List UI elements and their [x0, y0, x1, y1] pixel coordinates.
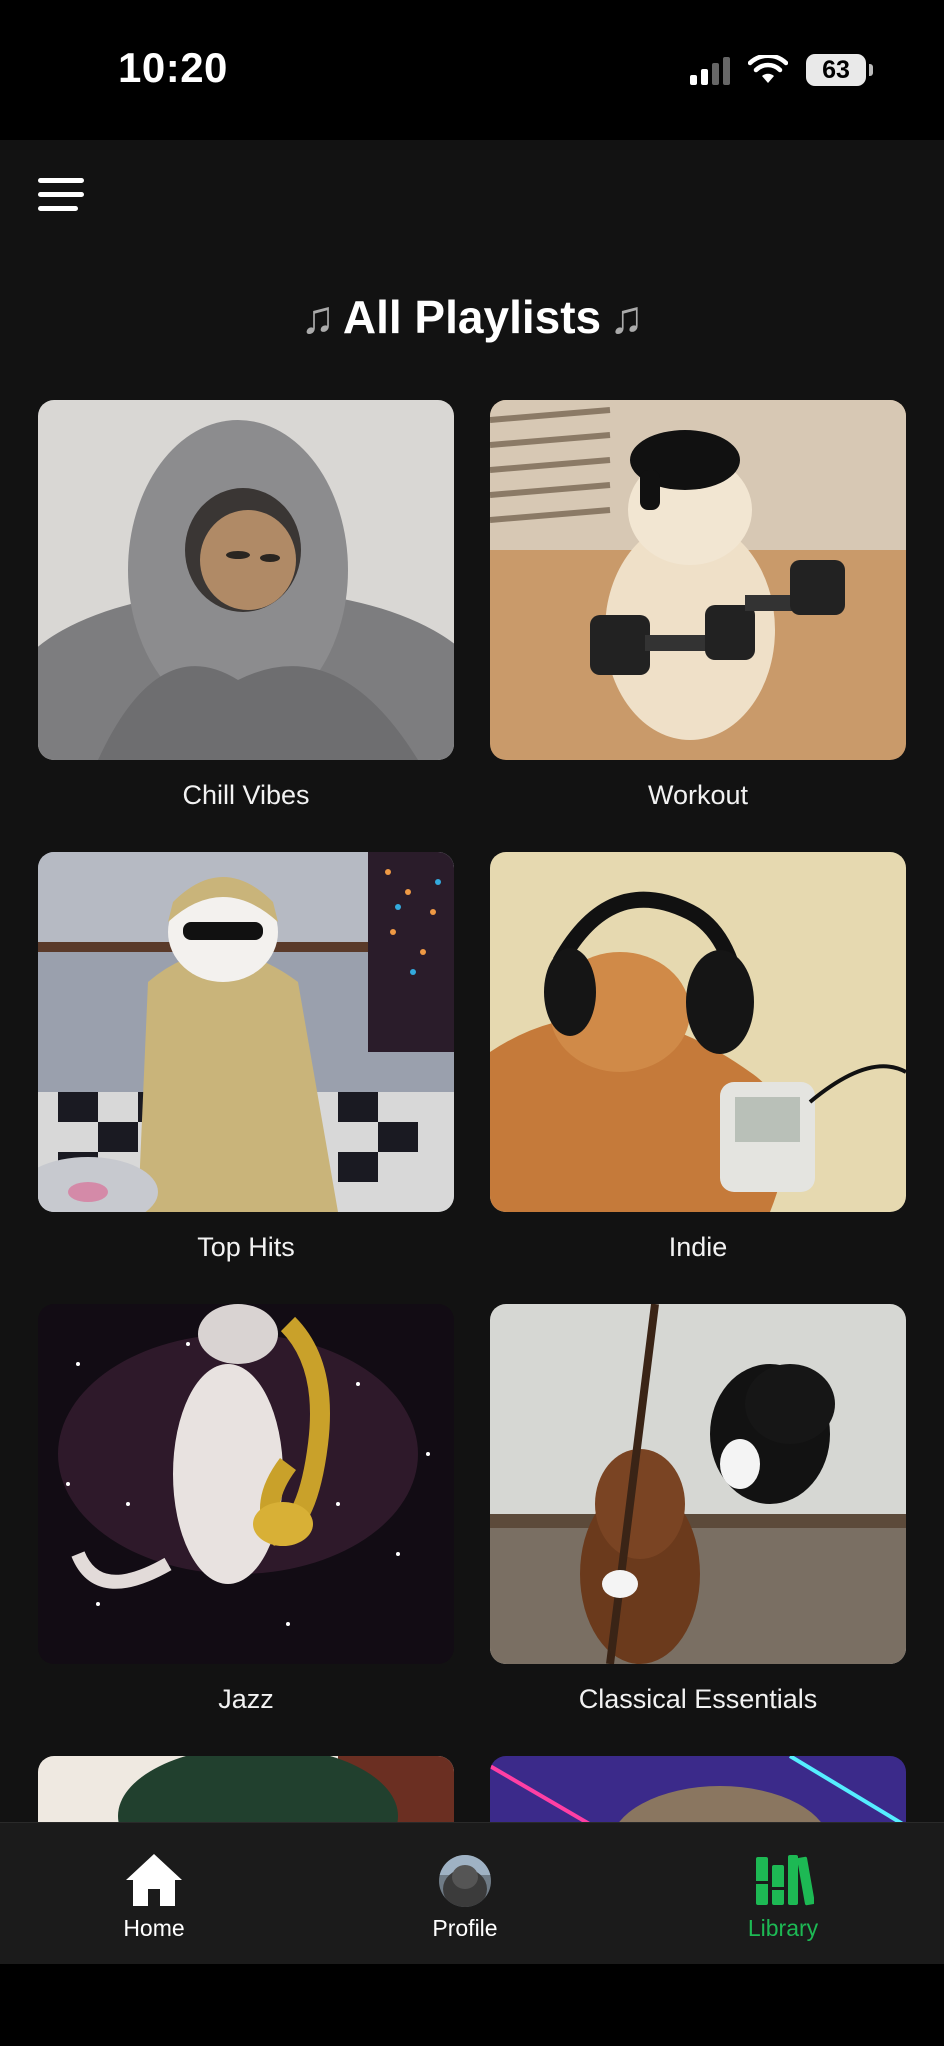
playlist-card[interactable]: [38, 1756, 454, 1822]
cellular-signal-icon: [690, 55, 730, 85]
nav-home[interactable]: Home: [74, 1851, 234, 1942]
nav-home-label: Home: [123, 1915, 185, 1941]
musical-note-icon: ♫: [300, 291, 335, 343]
playlist-title: Jazz: [218, 1684, 274, 1714]
playlist-card-top-hits[interactable]: Top Hits: [38, 852, 454, 1263]
playlist-card-classical-essentials[interactable]: Classical Essentials: [490, 1304, 906, 1715]
menu-button[interactable]: [38, 178, 84, 212]
playlist-cover-image: [38, 852, 454, 1212]
nav-library[interactable]: Library: [703, 1851, 863, 1942]
battery-icon: 63: [806, 54, 873, 86]
playlist-cover-image: [490, 1304, 906, 1664]
page-title-text: All Playlists: [342, 291, 602, 343]
playlist-title: Classical Essentials: [578, 1684, 818, 1714]
house-icon: [126, 1854, 182, 1906]
playlist-cover-image: [38, 1304, 454, 1664]
nav-library-label: Library: [747, 1915, 819, 1941]
playlist-cover-image: [490, 400, 906, 760]
playlist-title: Workout: [647, 780, 749, 810]
playlist-card-jazz[interactable]: Jazz: [38, 1304, 454, 1715]
status-bar: 10:20 63: [0, 0, 944, 140]
playlist-title: Chill Vibes: [182, 780, 310, 810]
avatar: [439, 1855, 491, 1907]
app-content: ♫ All Playlists ♫ Chill Vibes Workout To…: [0, 140, 944, 1822]
hamburger-icon: [38, 178, 84, 183]
playlist-cover-image: [490, 852, 906, 1212]
status-icons: 63: [690, 50, 873, 90]
nav-profile-label: Profile: [432, 1915, 498, 1941]
wifi-icon: [748, 55, 788, 83]
playlist-card-chill-vibes[interactable]: Chill Vibes: [38, 400, 454, 811]
playlist-cover-image: [38, 400, 454, 760]
page-title: ♫ All Playlists ♫: [0, 290, 944, 344]
playlist-cover-image: [38, 1756, 454, 1822]
playlist-cover-image: [490, 1756, 906, 1822]
home-indicator-area: [0, 1964, 944, 2046]
musical-note-icon: ♫: [609, 291, 644, 343]
playlist-card[interactable]: [490, 1756, 906, 1822]
playlist-card-indie[interactable]: Indie: [490, 852, 906, 1263]
library-icon: [756, 1855, 814, 1906]
playlist-title: Indie: [668, 1232, 728, 1262]
nav-profile[interactable]: Profile: [385, 1851, 545, 1942]
bottom-navigation: Home Profile Library: [0, 1822, 944, 1965]
playlist-title: Top Hits: [197, 1232, 295, 1262]
status-time: 10:20: [118, 44, 228, 91]
playlist-card-workout[interactable]: Workout: [490, 400, 906, 811]
